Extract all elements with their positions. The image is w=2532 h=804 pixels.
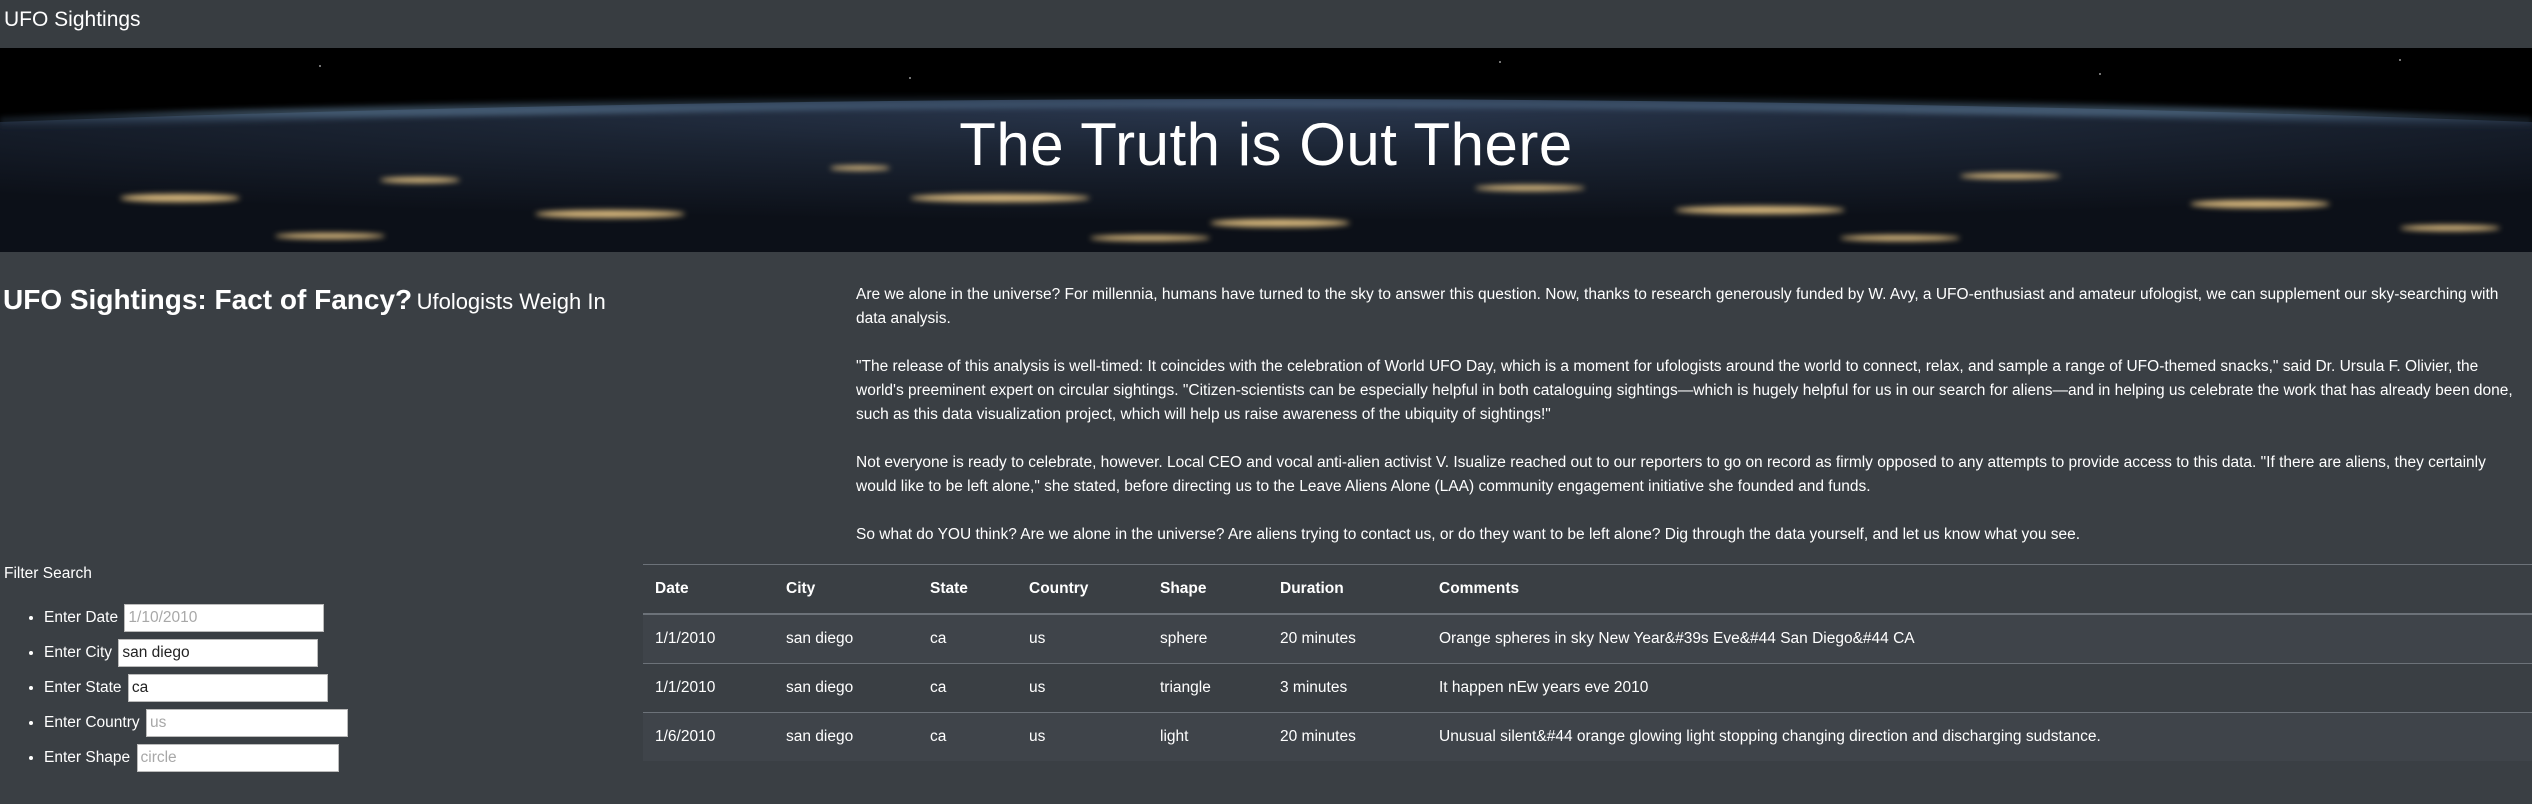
cell-comments: It happen nEw years eve 2010 — [1427, 663, 2532, 713]
cell-date: 1/1/2010 — [643, 613, 774, 664]
table-row: 1/1/2010 san diego ca us triangle 3 minu… — [643, 663, 2532, 713]
cell-state: ca — [918, 613, 1017, 664]
filter-label-date: Enter Date — [44, 609, 119, 626]
cell-duration: 20 minutes — [1268, 712, 1427, 761]
filter-title: Filter Search — [4, 565, 92, 582]
article-subtitle: Ufologists Weigh In — [416, 289, 606, 314]
column-header-duration[interactable]: Duration — [1268, 564, 1427, 615]
filter-item-country: Enter Country — [44, 705, 348, 740]
filter-label-state: Enter State — [44, 679, 122, 696]
column-header-date[interactable]: Date — [643, 564, 774, 615]
filter-label-city: Enter City — [44, 644, 113, 661]
cell-duration: 20 minutes — [1268, 613, 1427, 664]
filter-item-shape: Enter Shape — [44, 740, 348, 775]
ufo-table-container: Date City State Country Shape Duration C… — [643, 564, 2532, 761]
cell-state: ca — [918, 712, 1017, 761]
cell-city: san diego — [774, 613, 918, 664]
filter-item-date: Enter Date — [44, 600, 348, 635]
cell-country: us — [1017, 712, 1148, 761]
column-header-state[interactable]: State — [918, 564, 1017, 615]
article-paragraph: "The release of this analysis is well-ti… — [856, 358, 2513, 423]
column-header-city[interactable]: City — [774, 564, 918, 615]
country-input[interactable] — [145, 708, 348, 737]
ufo-table: Date City State Country Shape Duration C… — [643, 564, 2532, 761]
hero-title: The Truth is Out There — [959, 111, 1573, 178]
city-input[interactable] — [118, 638, 319, 667]
cell-date: 1/1/2010 — [643, 663, 774, 713]
article-paragraph: So what do YOU think? Are we alone in th… — [856, 526, 2081, 543]
cell-comments: Orange spheres in sky New Year&#39s Eve&… — [1427, 613, 2532, 664]
filter-list: Enter Date Enter City Enter State Enter … — [0, 600, 348, 775]
cell-shape: triangle — [1148, 663, 1268, 713]
filter-item-city: Enter City — [44, 635, 348, 670]
cell-city: san diego — [774, 712, 918, 761]
cell-shape: sphere — [1148, 613, 1268, 664]
article-paragraph: Are we alone in the universe? For millen… — [856, 286, 2499, 327]
brand-link[interactable]: UFO Sightings — [4, 8, 141, 32]
navbar: UFO Sightings — [0, 0, 2532, 48]
article-body: Are we alone in the universe? For millen… — [856, 283, 2524, 571]
cell-state: ca — [918, 663, 1017, 713]
cell-country: us — [1017, 613, 1148, 664]
table-row: 1/1/2010 san diego ca us sphere 20 minut… — [643, 613, 2532, 664]
cell-duration: 3 minutes — [1268, 663, 1427, 713]
date-input[interactable] — [124, 603, 325, 632]
cell-date: 1/6/2010 — [643, 712, 774, 761]
state-input[interactable] — [127, 673, 328, 702]
article-heading: UFO Sightings: Fact of Fancy? Ufologists… — [3, 284, 606, 316]
table-row: 1/6/2010 san diego ca us light 20 minute… — [643, 712, 2532, 761]
column-header-comments[interactable]: Comments — [1427, 564, 2532, 615]
cell-city: san diego — [774, 663, 918, 713]
cell-shape: light — [1148, 712, 1268, 761]
filter-label-shape: Enter Shape — [44, 749, 131, 766]
cell-country: us — [1017, 663, 1148, 713]
table-header-row: Date City State Country Shape Duration C… — [643, 564, 2532, 615]
cell-comments: Unusual silent&#44 orange glowing light … — [1427, 712, 2532, 761]
article-paragraph: Not everyone is ready to celebrate, howe… — [856, 454, 2486, 495]
filter-item-state: Enter State — [44, 670, 348, 705]
hero-banner: The Truth is Out There — [0, 48, 2532, 252]
shape-input[interactable] — [136, 743, 339, 772]
column-header-country[interactable]: Country — [1017, 564, 1148, 615]
column-header-shape[interactable]: Shape — [1148, 564, 1268, 615]
article-title: UFO Sightings: Fact of Fancy? — [3, 284, 413, 315]
filter-label-country: Enter Country — [44, 714, 140, 731]
